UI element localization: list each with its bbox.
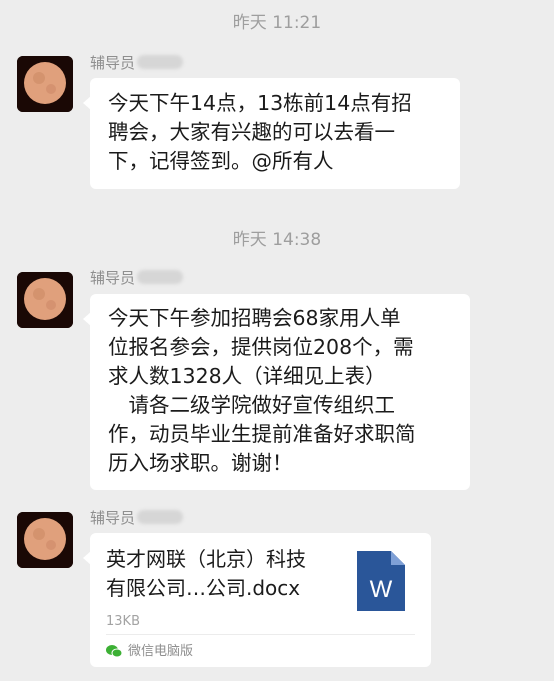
- message-text-line: 下，记得签到。@所有人: [108, 149, 334, 173]
- message-text-line: 历入场求职。谢谢！: [108, 451, 293, 475]
- svg-text:W: W: [370, 576, 393, 603]
- sender-name: 辅导员: [90, 507, 184, 528]
- wechat-icon: [106, 645, 122, 658]
- avatar[interactable]: [17, 56, 73, 112]
- message-bubble[interactable]: 今天下午参加招聘会68家用人单 位报名参会，提供岗位208个，需 求人数1328…: [83, 294, 470, 490]
- timestamp: 昨天 14:38: [232, 230, 322, 250]
- sender-name: 辅导员: [90, 267, 184, 288]
- file-name: 英才网联（北京）科技 有限公司…公司.docx: [106, 547, 306, 600]
- message-bubble[interactable]: 今天下午14点，13栋前14点有招 聘会，大家有兴趣的可以去看一 下，记得签到。…: [83, 78, 460, 189]
- avatar[interactable]: [17, 272, 73, 328]
- message-text-line: 求人数1328人（详细见上表）: [108, 364, 386, 388]
- moon-avatar-icon: [17, 512, 73, 568]
- moon-avatar-icon: [17, 272, 73, 328]
- avatar[interactable]: [17, 512, 73, 568]
- file-source-label: 微信电脑版: [128, 643, 194, 659]
- message-text-line: 位报名参会，提供岗位208个，需: [108, 335, 414, 359]
- message-text-line: 今天下午14点，13栋前14点有招: [108, 91, 412, 115]
- sender-name: 辅导员: [90, 52, 184, 73]
- timestamp: 昨天 11:21: [232, 13, 322, 33]
- message-text-line: 聘会，大家有兴趣的可以去看一: [108, 120, 395, 144]
- message-text-line: 今天下午参加招聘会68家用人单: [108, 306, 401, 330]
- message-text-line: 请各二级学院做好宣传组织工: [108, 393, 395, 417]
- file-source-footer: 微信电脑版: [106, 634, 415, 667]
- file-message-card[interactable]: 英才网联（北京）科技 有限公司…公司.docx 13KB W 微信电脑版: [83, 533, 431, 667]
- word-doc-icon: W: [357, 551, 405, 611]
- message-text-line: 作，动员毕业生提前准备好求职简: [108, 422, 416, 446]
- file-size: 13KB: [106, 614, 140, 629]
- moon-avatar-icon: [17, 56, 73, 112]
